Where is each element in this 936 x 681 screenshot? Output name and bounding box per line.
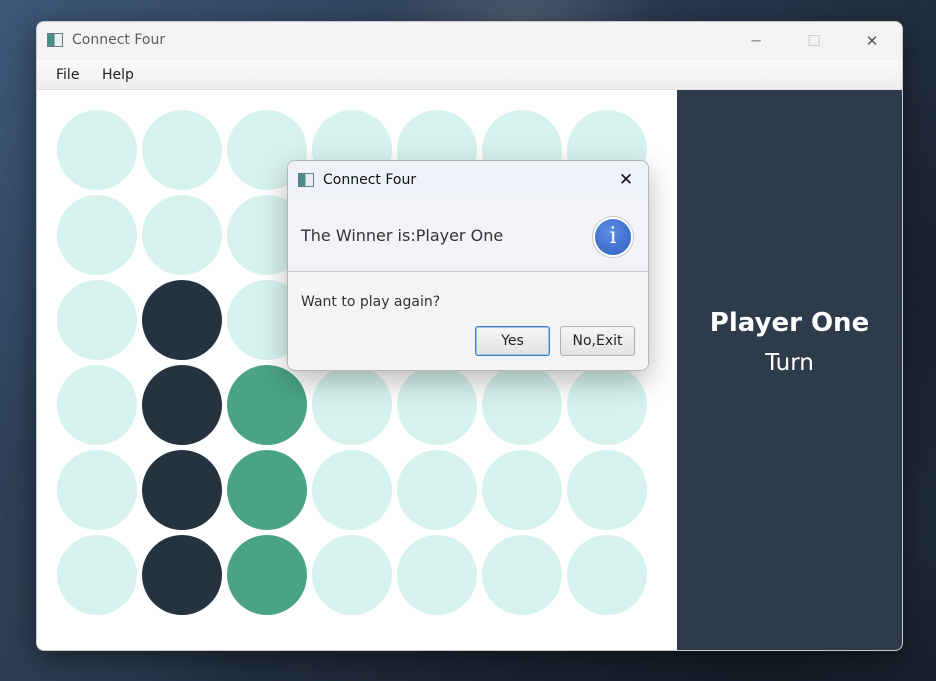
board-cell[interactable] bbox=[57, 450, 137, 530]
menu-bar: File Help bbox=[37, 60, 902, 90]
board-cell[interactable] bbox=[142, 365, 222, 445]
board-cell[interactable] bbox=[312, 365, 392, 445]
board-cell[interactable] bbox=[227, 365, 307, 445]
info-icon: i bbox=[593, 217, 633, 257]
board-cell[interactable] bbox=[397, 535, 477, 615]
board-cell[interactable] bbox=[397, 365, 477, 445]
board-cell[interactable] bbox=[567, 450, 647, 530]
board-cell[interactable] bbox=[567, 365, 647, 445]
menu-file[interactable]: File bbox=[56, 67, 79, 83]
board-cell[interactable] bbox=[227, 450, 307, 530]
turn-label: Turn bbox=[765, 350, 814, 376]
board-cell[interactable] bbox=[57, 535, 137, 615]
yes-button[interactable]: Yes bbox=[475, 326, 550, 356]
board-cell[interactable] bbox=[57, 110, 137, 190]
winner-dialog: Connect Four ✕ The Winner is:Player One … bbox=[287, 160, 649, 371]
dialog-header: The Winner is:Player One i bbox=[288, 199, 648, 272]
winner-message: The Winner is:Player One bbox=[301, 226, 504, 245]
minimize-icon[interactable]: ─ bbox=[727, 22, 785, 60]
board-cell[interactable] bbox=[142, 450, 222, 530]
window-title: Connect Four bbox=[72, 32, 166, 48]
board-cell[interactable] bbox=[57, 365, 137, 445]
board-cell[interactable] bbox=[142, 110, 222, 190]
no-exit-button[interactable]: No,Exit bbox=[560, 326, 635, 356]
board-cell[interactable] bbox=[482, 450, 562, 530]
board-cell[interactable] bbox=[142, 195, 222, 275]
board-cell[interactable] bbox=[312, 450, 392, 530]
board-cell[interactable] bbox=[227, 535, 307, 615]
dialog-title-bar[interactable]: Connect Four ✕ bbox=[288, 161, 648, 199]
dialog-close-icon[interactable]: ✕ bbox=[608, 167, 644, 193]
dialog-title: Connect Four bbox=[323, 172, 417, 188]
board-cell[interactable] bbox=[57, 195, 137, 275]
menu-help[interactable]: Help bbox=[102, 67, 134, 83]
title-bar[interactable]: Connect Four ─ ☐ ✕ bbox=[37, 22, 902, 60]
dialog-app-icon bbox=[298, 173, 314, 187]
close-icon[interactable]: ✕ bbox=[843, 22, 901, 60]
board-cell[interactable] bbox=[57, 280, 137, 360]
board-cell[interactable] bbox=[142, 280, 222, 360]
board-cell[interactable] bbox=[397, 450, 477, 530]
current-player-name: Player One bbox=[709, 308, 870, 338]
board-cell[interactable] bbox=[567, 535, 647, 615]
turn-panel: Player One Turn bbox=[677, 90, 902, 650]
maximize-icon[interactable]: ☐ bbox=[785, 22, 843, 60]
board-cell[interactable] bbox=[142, 535, 222, 615]
board-cell[interactable] bbox=[482, 535, 562, 615]
board-cell[interactable] bbox=[312, 535, 392, 615]
play-again-question: Want to play again? bbox=[301, 294, 441, 310]
app-window-icon bbox=[47, 33, 63, 47]
board-cell[interactable] bbox=[482, 365, 562, 445]
